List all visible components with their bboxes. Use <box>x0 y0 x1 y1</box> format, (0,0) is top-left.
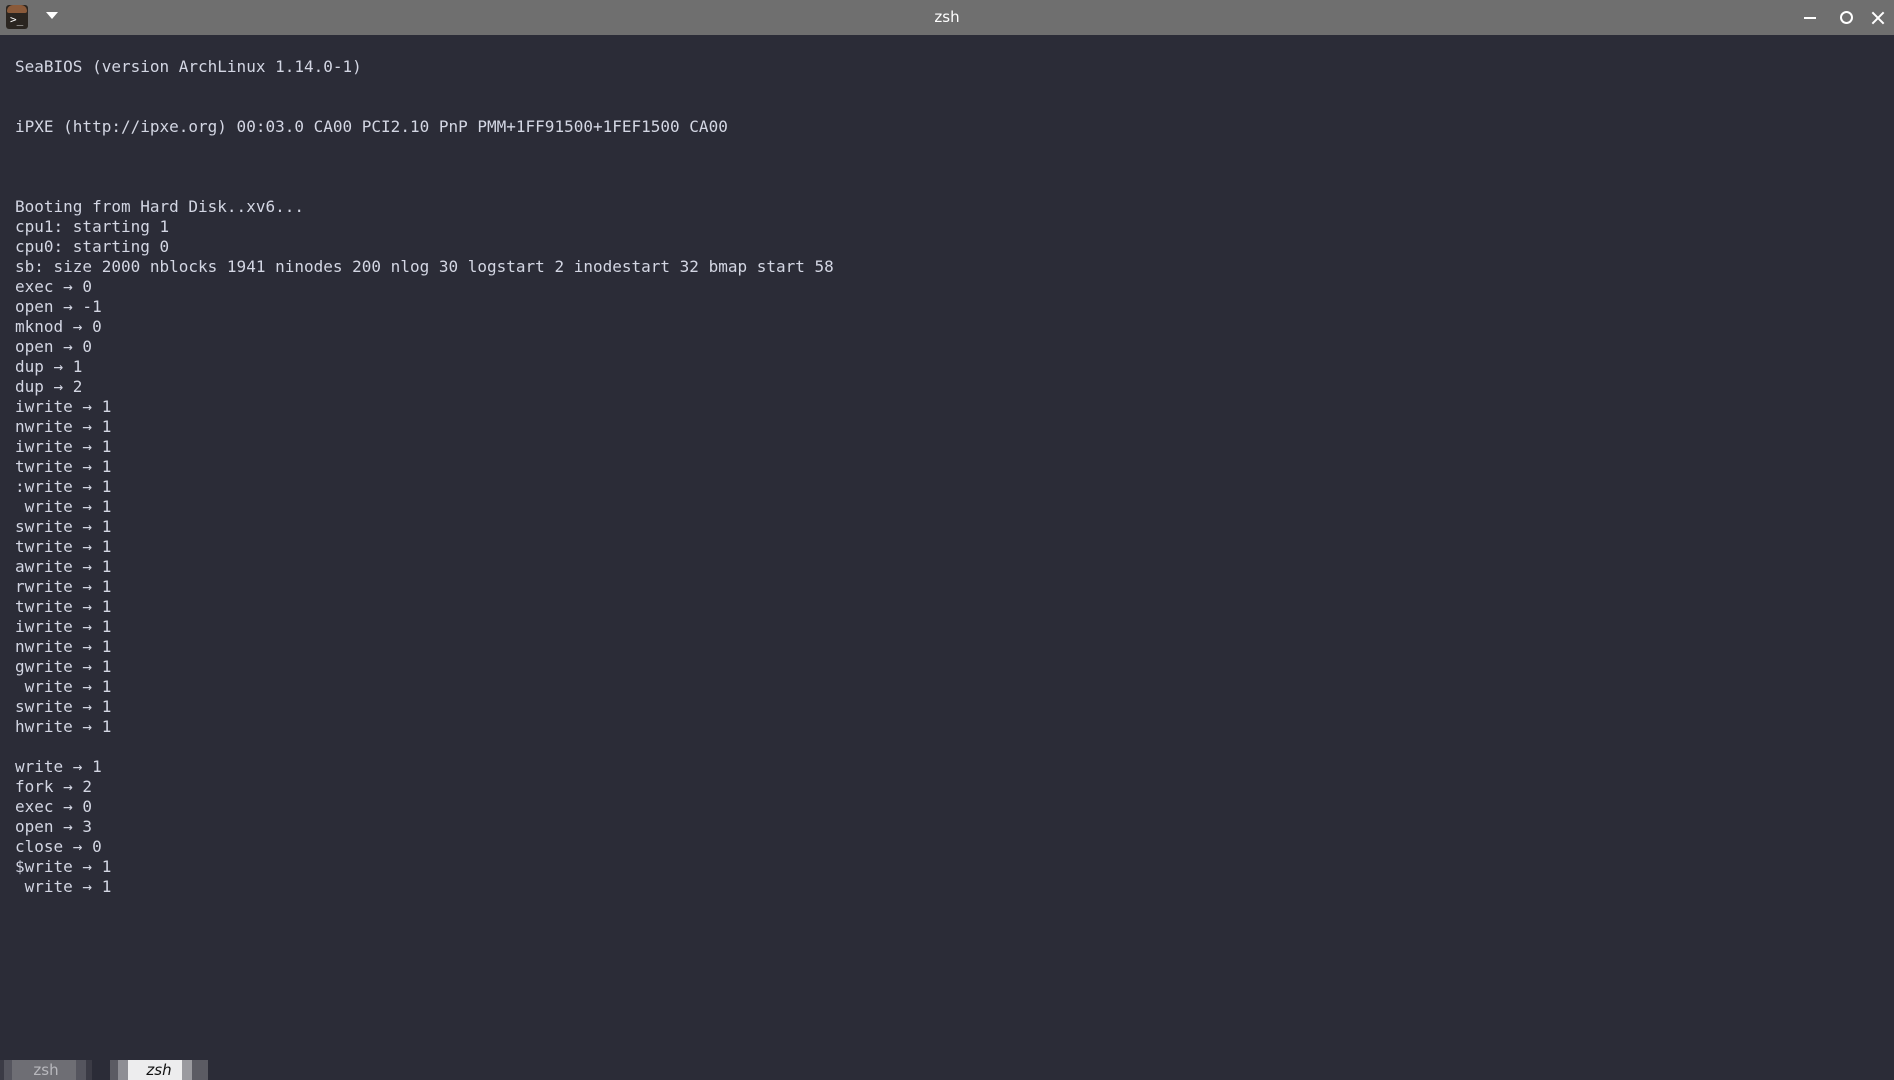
terminal-line: sb: size 2000 nblocks 1941 ninodes 200 n… <box>15 257 834 276</box>
terminal-output[interactable]: SeaBIOS (version ArchLinux 1.14.0-1) iPXE… <box>15 57 1875 1057</box>
terminal-line: iwrite → 1 <box>15 397 112 416</box>
terminal-line: rwrite → 1 <box>15 577 112 596</box>
terminal-line: fork → 2 <box>15 777 93 796</box>
terminal-line: Booting from Hard Disk..xv6... <box>15 197 304 216</box>
terminal-line: iwrite → 1 <box>15 617 112 636</box>
terminal-line: :write → 1 <box>15 477 112 496</box>
terminal-line: nwrite → 1 <box>15 417 112 436</box>
terminal-line: awrite → 1 <box>15 557 112 576</box>
terminal-line: dup → 2 <box>15 377 83 396</box>
terminal-line: open → -1 <box>15 297 102 316</box>
terminal-line: twrite → 1 <box>15 537 112 556</box>
terminal-line: close → 0 <box>15 837 102 856</box>
terminal-line: twrite → 1 <box>15 457 112 476</box>
terminal-line: exec → 0 <box>15 797 93 816</box>
terminal-line: twrite → 1 <box>15 597 112 616</box>
terminal-line: swrite → 1 <box>15 517 112 536</box>
tab-bar: zsh zsh <box>0 1060 1894 1080</box>
terminal-line: $write → 1 <box>15 857 112 876</box>
terminal-line: hwrite → 1 <box>15 717 112 736</box>
tab-zsh-2-active[interactable]: zsh <box>110 1060 208 1080</box>
terminal-line: nwrite → 1 <box>15 637 112 656</box>
terminal-line: cpu1: starting 1 <box>15 217 170 236</box>
tab-zsh-1[interactable]: zsh <box>0 1060 92 1080</box>
terminal-line: write → 1 <box>15 497 112 516</box>
terminal-line: open → 0 <box>15 337 93 356</box>
terminal-line: gwrite → 1 <box>15 657 112 676</box>
terminal-line: SeaBIOS (version ArchLinux 1.14.0-1) <box>15 57 362 76</box>
terminal-line: write → 1 <box>15 757 102 776</box>
close-icon[interactable] <box>1864 0 1894 35</box>
terminal-line: iPXE (http://ipxe.org) 00:03.0 CA00 PCI2… <box>15 117 728 136</box>
terminal-line: open → 3 <box>15 817 93 836</box>
title-bar: >_ zsh <box>0 0 1894 35</box>
terminal-line: cpu0: starting 0 <box>15 237 170 256</box>
minimize-icon[interactable] <box>1792 0 1828 35</box>
window-title: zsh <box>934 8 960 26</box>
terminal-line: mknod → 0 <box>15 317 102 336</box>
maximize-icon[interactable] <box>1828 0 1864 35</box>
terminal-line: exec → 0 <box>15 277 93 296</box>
terminal-line: swrite → 1 <box>15 697 112 716</box>
terminal-line: write → 1 <box>15 677 112 696</box>
terminal-line: write → 1 <box>15 877 112 896</box>
terminal-line: iwrite → 1 <box>15 437 112 456</box>
terminal-line: dup → 1 <box>15 357 83 376</box>
